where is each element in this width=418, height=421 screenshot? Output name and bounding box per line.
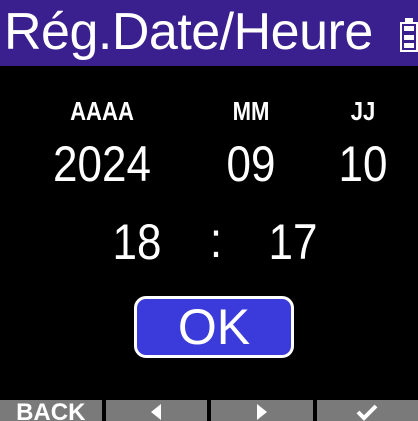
day-label: JJ	[350, 96, 376, 126]
time-separator: :	[209, 212, 223, 268]
ok-button[interactable]: OK	[134, 296, 294, 358]
left-button[interactable]	[105, 400, 207, 421]
hour-value[interactable]: 18	[97, 214, 176, 270]
arrow-right-icon	[256, 404, 267, 420]
checkmark-icon	[356, 404, 378, 421]
year-label: AAAA	[70, 96, 134, 126]
right-button[interactable]	[211, 400, 313, 421]
year-value[interactable]: 2024	[47, 136, 156, 192]
softkey-bar: BACK	[0, 400, 418, 421]
minute-value[interactable]: 17	[253, 214, 332, 270]
back-button-label: BACK	[16, 400, 86, 421]
title-bar: Rég.Date/Heure	[0, 0, 418, 66]
day-value[interactable]: 10	[323, 136, 402, 192]
month-value[interactable]: 09	[211, 136, 290, 192]
arrow-left-icon	[151, 404, 162, 420]
battery-full-icon	[400, 18, 418, 52]
month-label: MM	[232, 96, 270, 126]
ok-button-label: OK	[177, 299, 251, 355]
page-title: Rég.Date/Heure	[4, 3, 373, 61]
confirm-button[interactable]	[316, 400, 418, 421]
back-button[interactable]: BACK	[0, 400, 102, 421]
